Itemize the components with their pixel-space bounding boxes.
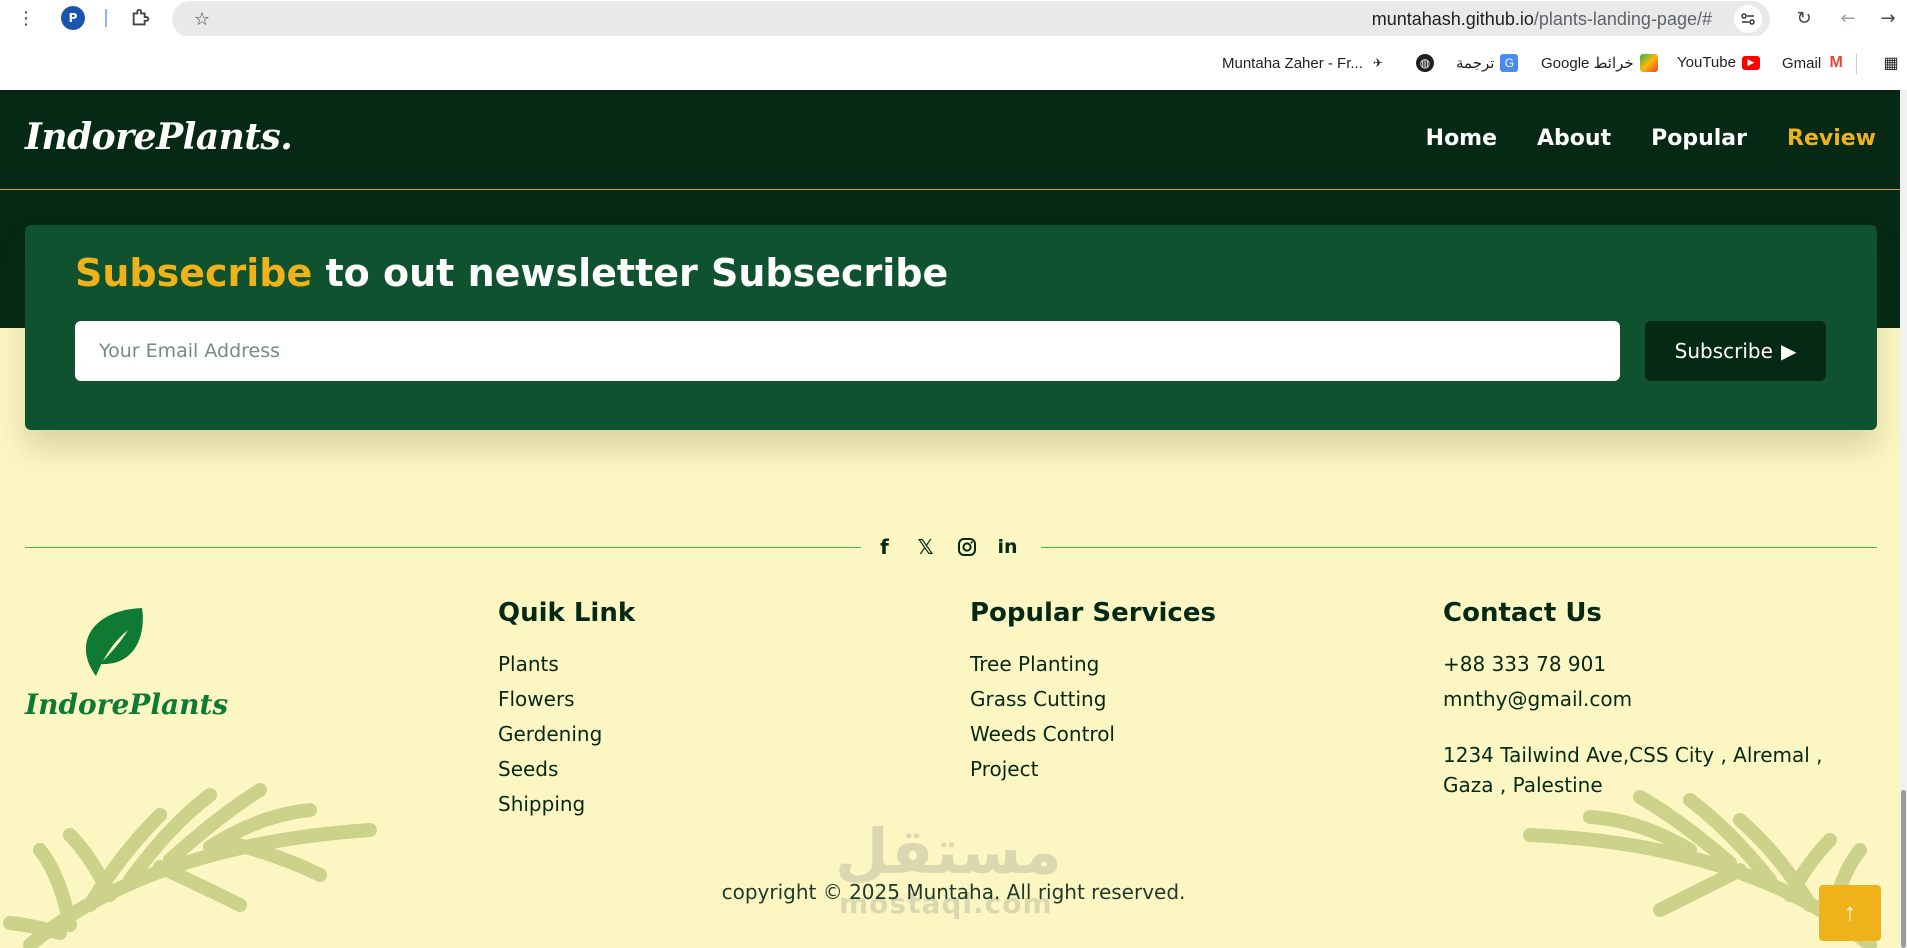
divider-right bbox=[1041, 547, 1877, 548]
profile-avatar[interactable]: P bbox=[61, 6, 85, 30]
main-nav: Home About Popular Review bbox=[1426, 126, 1876, 151]
contact-address: 1234 Tailwind Ave,CSS City , Alremal , G… bbox=[1443, 743, 1823, 797]
contact-list: +88 333 78 901 mnthy@gmail.com bbox=[1443, 650, 1873, 720]
list-item: Shipping bbox=[498, 790, 635, 825]
list-item: Grass Cutting bbox=[970, 685, 1216, 720]
toolbar-divider bbox=[105, 9, 107, 27]
list-item: Flowers bbox=[498, 685, 635, 720]
gmail-icon: M bbox=[1829, 54, 1843, 71]
facebook-icon[interactable]: f bbox=[872, 534, 897, 559]
service-grass-cutting[interactable]: Grass Cutting bbox=[970, 687, 1106, 711]
arrow-up-icon: ↑ bbox=[1844, 899, 1856, 926]
quick-link-shipping[interactable]: Shipping bbox=[498, 792, 585, 816]
bookmark-gmail[interactable]: Gmail M bbox=[1782, 54, 1845, 72]
send-arrow-icon: ▶ bbox=[1780, 339, 1797, 363]
scroll-to-top-button[interactable]: ↑ bbox=[1819, 885, 1881, 941]
nav-review[interactable]: Review bbox=[1787, 126, 1876, 151]
bookmark-globe[interactable]: ◍ bbox=[1416, 54, 1434, 72]
extensions-icon[interactable] bbox=[128, 6, 154, 30]
services-list: Tree Planting Grass Cutting Weeds Contro… bbox=[970, 650, 1216, 790]
newsletter-title-highlight: Subsecribe bbox=[75, 251, 313, 295]
list-item: Plants bbox=[498, 650, 635, 685]
bookmark-label: ترجمة bbox=[1456, 55, 1495, 72]
bookmark-label: Gmail bbox=[1782, 54, 1822, 72]
service-weeds-control[interactable]: Weeds Control bbox=[970, 722, 1115, 746]
bookmark-label: Muntaha Zaher - Fr... bbox=[1222, 54, 1363, 72]
instagram-icon[interactable] bbox=[954, 534, 979, 559]
bookmark-label: Google خرائط bbox=[1541, 55, 1634, 72]
subscribe-button-label: Subscribe bbox=[1674, 339, 1773, 363]
quick-links-list: Plants Flowers Gerdening Seeds Shipping bbox=[498, 650, 635, 825]
quick-links-title: Quik Link bbox=[498, 598, 636, 628]
subscribe-button[interactable]: Subscribe ▶ bbox=[1645, 321, 1826, 381]
newsletter-section: Subsecribe to out newsletter Subsecribe … bbox=[25, 225, 1877, 430]
quick-link-gerdening[interactable]: Gerdening bbox=[498, 722, 602, 746]
list-item: Project bbox=[970, 755, 1216, 790]
newsletter-title: Subsecribe to out newsletter Subsecribe bbox=[75, 251, 948, 295]
browser-toolbar: ⋮ P ☆ muntahash.github.io/plants-landing… bbox=[0, 0, 1907, 37]
quick-link-flowers[interactable]: Flowers bbox=[498, 687, 575, 711]
site-logo[interactable]: IndorePlants. bbox=[25, 116, 293, 158]
nav-about[interactable]: About bbox=[1537, 126, 1611, 151]
list-item: Weeds Control bbox=[970, 720, 1216, 755]
bookmark-label: YouTube bbox=[1677, 54, 1736, 71]
url-path: /plants-landing-page/# bbox=[1533, 9, 1712, 29]
list-item: Gerdening bbox=[498, 720, 635, 755]
scrollbar-thumb[interactable] bbox=[1901, 790, 1906, 948]
nav-home[interactable]: Home bbox=[1426, 126, 1497, 151]
contact-phone[interactable]: +88 333 78 901 bbox=[1443, 650, 1873, 685]
bookmark-maps[interactable]: Google خرائط bbox=[1541, 54, 1658, 72]
x-icon[interactable]: 𝕏 bbox=[913, 534, 938, 559]
url-text[interactable]: muntahash.github.io/plants-landing-page/… bbox=[1372, 9, 1712, 30]
newsletter-title-rest: to out newsletter Subsecribe bbox=[312, 251, 949, 295]
bookmark-translate[interactable]: ترجمة G bbox=[1456, 54, 1519, 72]
footer-brand-name[interactable]: IndorePlants bbox=[25, 688, 228, 721]
site-header: IndorePlants. Home About Popular Review bbox=[0, 90, 1900, 190]
translate-icon: G bbox=[1500, 54, 1519, 72]
quick-link-plants[interactable]: Plants bbox=[498, 652, 559, 676]
contact-column: Contact Us +88 333 78 901 mnthy@gmail.co… bbox=[1443, 598, 1873, 800]
palm-leaf-left bbox=[3, 783, 377, 948]
mostaql-watermark: مستقل mostaql.com bbox=[835, 815, 1075, 925]
leaf-logo-icon bbox=[85, 608, 143, 676]
maps-icon bbox=[1639, 54, 1658, 72]
services-title: Popular Services bbox=[970, 598, 1216, 628]
address-bar[interactable]: ☆ muntahash.github.io/plants-landing-pag… bbox=[172, 1, 1770, 37]
bookmark-freelancer[interactable]: Muntaha Zaher - Fr... ✈ bbox=[1222, 54, 1387, 72]
service-tree-planting[interactable]: Tree Planting bbox=[970, 652, 1099, 676]
bookmarks-divider bbox=[1856, 54, 1857, 74]
copyright-text: copyright © 2025 Muntaha. All right rese… bbox=[721, 880, 1186, 904]
freelancer-icon: ✈ bbox=[1372, 56, 1383, 70]
list-item: Tree Planting bbox=[970, 650, 1216, 685]
all-bookmarks-button[interactable]: ▦ bbox=[1882, 54, 1900, 72]
bookmarks-bar: Muntaha Zaher - Fr... ✈ ◍ ترجمة G Google… bbox=[0, 36, 1907, 90]
apps-grid-icon: ▦ bbox=[1883, 55, 1899, 72]
forward-icon[interactable]: → bbox=[1876, 6, 1900, 30]
bookmark-star-icon[interactable]: ☆ bbox=[190, 7, 214, 31]
watermark-arabic: مستقل bbox=[835, 815, 1062, 888]
bookmark-youtube[interactable]: YouTube ▶ bbox=[1677, 54, 1760, 71]
nav-popular[interactable]: Popular bbox=[1651, 126, 1747, 151]
contact-email[interactable]: mnthy@gmail.com bbox=[1443, 685, 1873, 720]
youtube-icon: ▶ bbox=[1741, 55, 1760, 70]
quick-links-column: Quik Link Plants Flowers Gerdening Seeds… bbox=[498, 598, 635, 825]
email-input[interactable] bbox=[75, 321, 1620, 381]
globe-icon: ◍ bbox=[1416, 54, 1434, 72]
divider-left bbox=[25, 547, 861, 548]
social-links: f 𝕏 in bbox=[872, 534, 1020, 559]
quick-link-seeds[interactable]: Seeds bbox=[498, 757, 558, 781]
url-host: muntahash.github.io bbox=[1371, 9, 1534, 29]
back-icon[interactable]: ← bbox=[1836, 6, 1860, 30]
linkedin-icon[interactable]: in bbox=[995, 534, 1020, 559]
reload-icon[interactable]: ↻ bbox=[1792, 6, 1816, 30]
site-info-icon[interactable] bbox=[1734, 5, 1762, 33]
list-item: Seeds bbox=[498, 755, 635, 790]
services-column: Popular Services Tree Planting Grass Cut… bbox=[970, 598, 1216, 790]
service-project[interactable]: Project bbox=[970, 757, 1038, 781]
contact-title: Contact Us bbox=[1443, 598, 1602, 628]
more-menu-icon[interactable]: ⋮ bbox=[16, 6, 36, 30]
